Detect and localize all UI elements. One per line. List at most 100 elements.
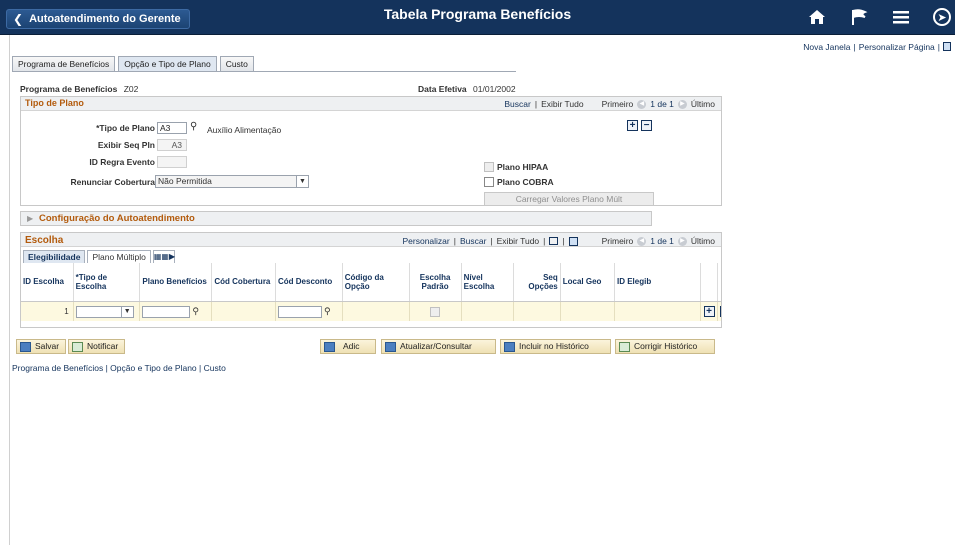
personalize-link[interactable]: Personalizar [402,236,449,246]
show-all-columns-icon[interactable]: ▦▦▶ [152,250,175,263]
separator: | [453,236,456,246]
col-choice-type[interactable]: *Tipo de Escolha [73,263,141,302]
deduction-code-input[interactable] [278,305,322,318]
correct-history-button[interactable]: Corrigir Histórico [615,339,715,354]
delete-row-icon[interactable]: − [641,120,652,131]
separator: | [937,42,940,52]
include-history-button[interactable]: Incluir no Histórico [500,339,611,354]
event-rule-label: ID Regra Evento [89,157,155,167]
table-row: 1 ▼ ⚲ ⚲ + [21,301,721,321]
add-button[interactable]: Adic [320,339,376,354]
tab-plan-option-type[interactable]: Opção e Tipo de Plano [118,56,217,71]
prev-icon[interactable]: ◀ [637,236,647,246]
tab-benefit-program[interactable]: Programa de Benefícios [12,56,116,71]
add-row-icon[interactable]: + [627,120,638,131]
col-choice-level[interactable]: Nível Escolha [461,263,514,302]
menu-icon[interactable] [891,6,911,28]
col-option-seq[interactable]: Seq Opções [513,263,561,302]
program-label: Programa de Benefícios [20,84,118,94]
cobra-box [484,177,494,187]
col-benefit-plan[interactable]: Plano Benefícios [139,263,213,302]
plan-type-header: Tipo de Plano Buscar | Exibir Tudo Prime… [21,97,721,111]
view-all-link[interactable]: Exibir Tudo [541,99,584,109]
subtab-multiple-plan[interactable]: Plano Múltiplo [87,250,151,263]
zoom-grid-icon[interactable] [549,237,559,245]
load-multiple-plan-values-button[interactable]: Carregar Valores Plano Múlt [484,192,654,206]
plan-type-nav: Buscar | Exibir Tudo Primeiro ◀ 1 de 1 ▶… [504,99,715,109]
choice-grid: Escolha Personalizar | Buscar | Exibir T… [20,232,722,328]
col-eligibility-id[interactable]: ID Elegib [614,263,701,302]
navbar-compass-icon[interactable]: ➤ [933,8,951,26]
event-rule-input[interactable] [157,156,187,168]
link-plan-option-type[interactable]: Opção e Tipo de Plano [110,363,196,373]
hipaa-checkbox[interactable]: Plano HIPAA [484,162,548,172]
help-icon[interactable] [943,42,951,51]
col-deduction-code[interactable]: Cód Desconto [275,263,343,302]
notify-label: Notificar [87,341,119,351]
cell-option-code [342,301,410,321]
benefit-plan-input[interactable] [142,305,191,318]
choice-subtabs: Elegibilidade Plano Múltiplo ▦▦▶ [23,250,175,263]
table-header-row: ID Escolha *Tipo de Escolha Plano Benefí… [21,263,721,302]
page-links: Nova Janela | Personalizar Página | [803,42,951,52]
notify-icon [72,341,83,352]
update-display-button[interactable]: Atualizar/Consultar [381,339,496,354]
cell-coverage-code [211,301,276,321]
row-count: 1 de 1 [650,236,674,246]
chevron-down-icon: ▼ [120,306,133,317]
personalize-page-link[interactable]: Personalizar Página [859,42,935,52]
effdate-label: Data Efetiva [418,84,467,94]
page-title: Tabela Programa Benefícios [383,6,572,22]
self-service-config-section[interactable]: ▶ Configuração do Autoatendimento [20,211,652,226]
next-icon[interactable]: ▶ [677,99,687,109]
prev-icon[interactable]: ◀ [637,99,647,109]
display-seq-label: Exibir Seq Pln [97,140,155,150]
waive-coverage-select[interactable]: Não Permitida ▼ [155,175,309,188]
find-link[interactable]: Buscar [504,99,530,109]
notify-button[interactable]: Notificar [68,339,126,354]
update-label: Atualizar/Consultar [400,341,472,351]
col-option-code[interactable]: Código da Opção [342,263,410,302]
view-all-link[interactable]: Exibir Tudo [497,236,540,246]
waive-coverage-value: Não Permitida [158,176,212,186]
next-icon[interactable]: ▶ [677,236,687,246]
search-icon[interactable]: ⚲ [190,121,197,132]
save-icon [20,341,31,352]
col-choice-id[interactable]: ID Escolha [21,263,74,302]
save-button[interactable]: Salvar [16,339,67,354]
back-button[interactable]: ❮ Autoatendimento do Gerente [6,9,190,29]
self-service-config-title: Configuração do Autoatendimento [39,213,195,224]
link-benefit-program[interactable]: Programa de Benefícios [12,363,103,373]
link-cost[interactable]: Custo [204,363,226,373]
home-icon[interactable] [807,6,827,28]
new-window-link[interactable]: Nova Janela [803,42,850,52]
cobra-checkbox[interactable]: Plano COBRA [484,177,554,187]
find-link[interactable]: Buscar [460,236,486,246]
separator: | [853,42,856,52]
add-row-icon[interactable]: + [703,305,715,317]
cell-eligibility-id [614,301,701,321]
download-excel-icon[interactable] [568,236,578,246]
cell-benefit-plan: ⚲ [139,301,213,321]
search-icon[interactable]: ⚲ [324,306,331,317]
separator: | [490,236,493,246]
default-choice-checkbox[interactable] [429,306,440,317]
last-label: Último [690,236,715,246]
search-icon[interactable]: ⚲ [192,306,199,317]
delete-row-icon[interactable]: − [720,305,721,317]
col-default-choice[interactable]: Escolha Padrão [409,263,462,302]
add-icon [324,341,335,352]
update-icon [385,341,396,352]
flag-icon[interactable] [849,6,869,28]
col-geo-location[interactable]: Local Geo [560,263,615,302]
cell-default-choice [409,301,462,321]
tab-cost[interactable]: Custo [219,56,254,71]
correct-history-label: Corrigir Histórico [634,341,698,351]
choice-type-select[interactable]: ▼ [75,305,134,318]
cell-deduction-code: ⚲ [275,301,343,321]
cell-option-seq [513,301,561,321]
subtab-eligibility[interactable]: Elegibilidade [23,250,86,263]
plan-type-input[interactable]: A3 [157,122,187,134]
col-coverage-code[interactable]: Cód Cobertura [211,263,276,302]
separator: | [199,363,202,373]
